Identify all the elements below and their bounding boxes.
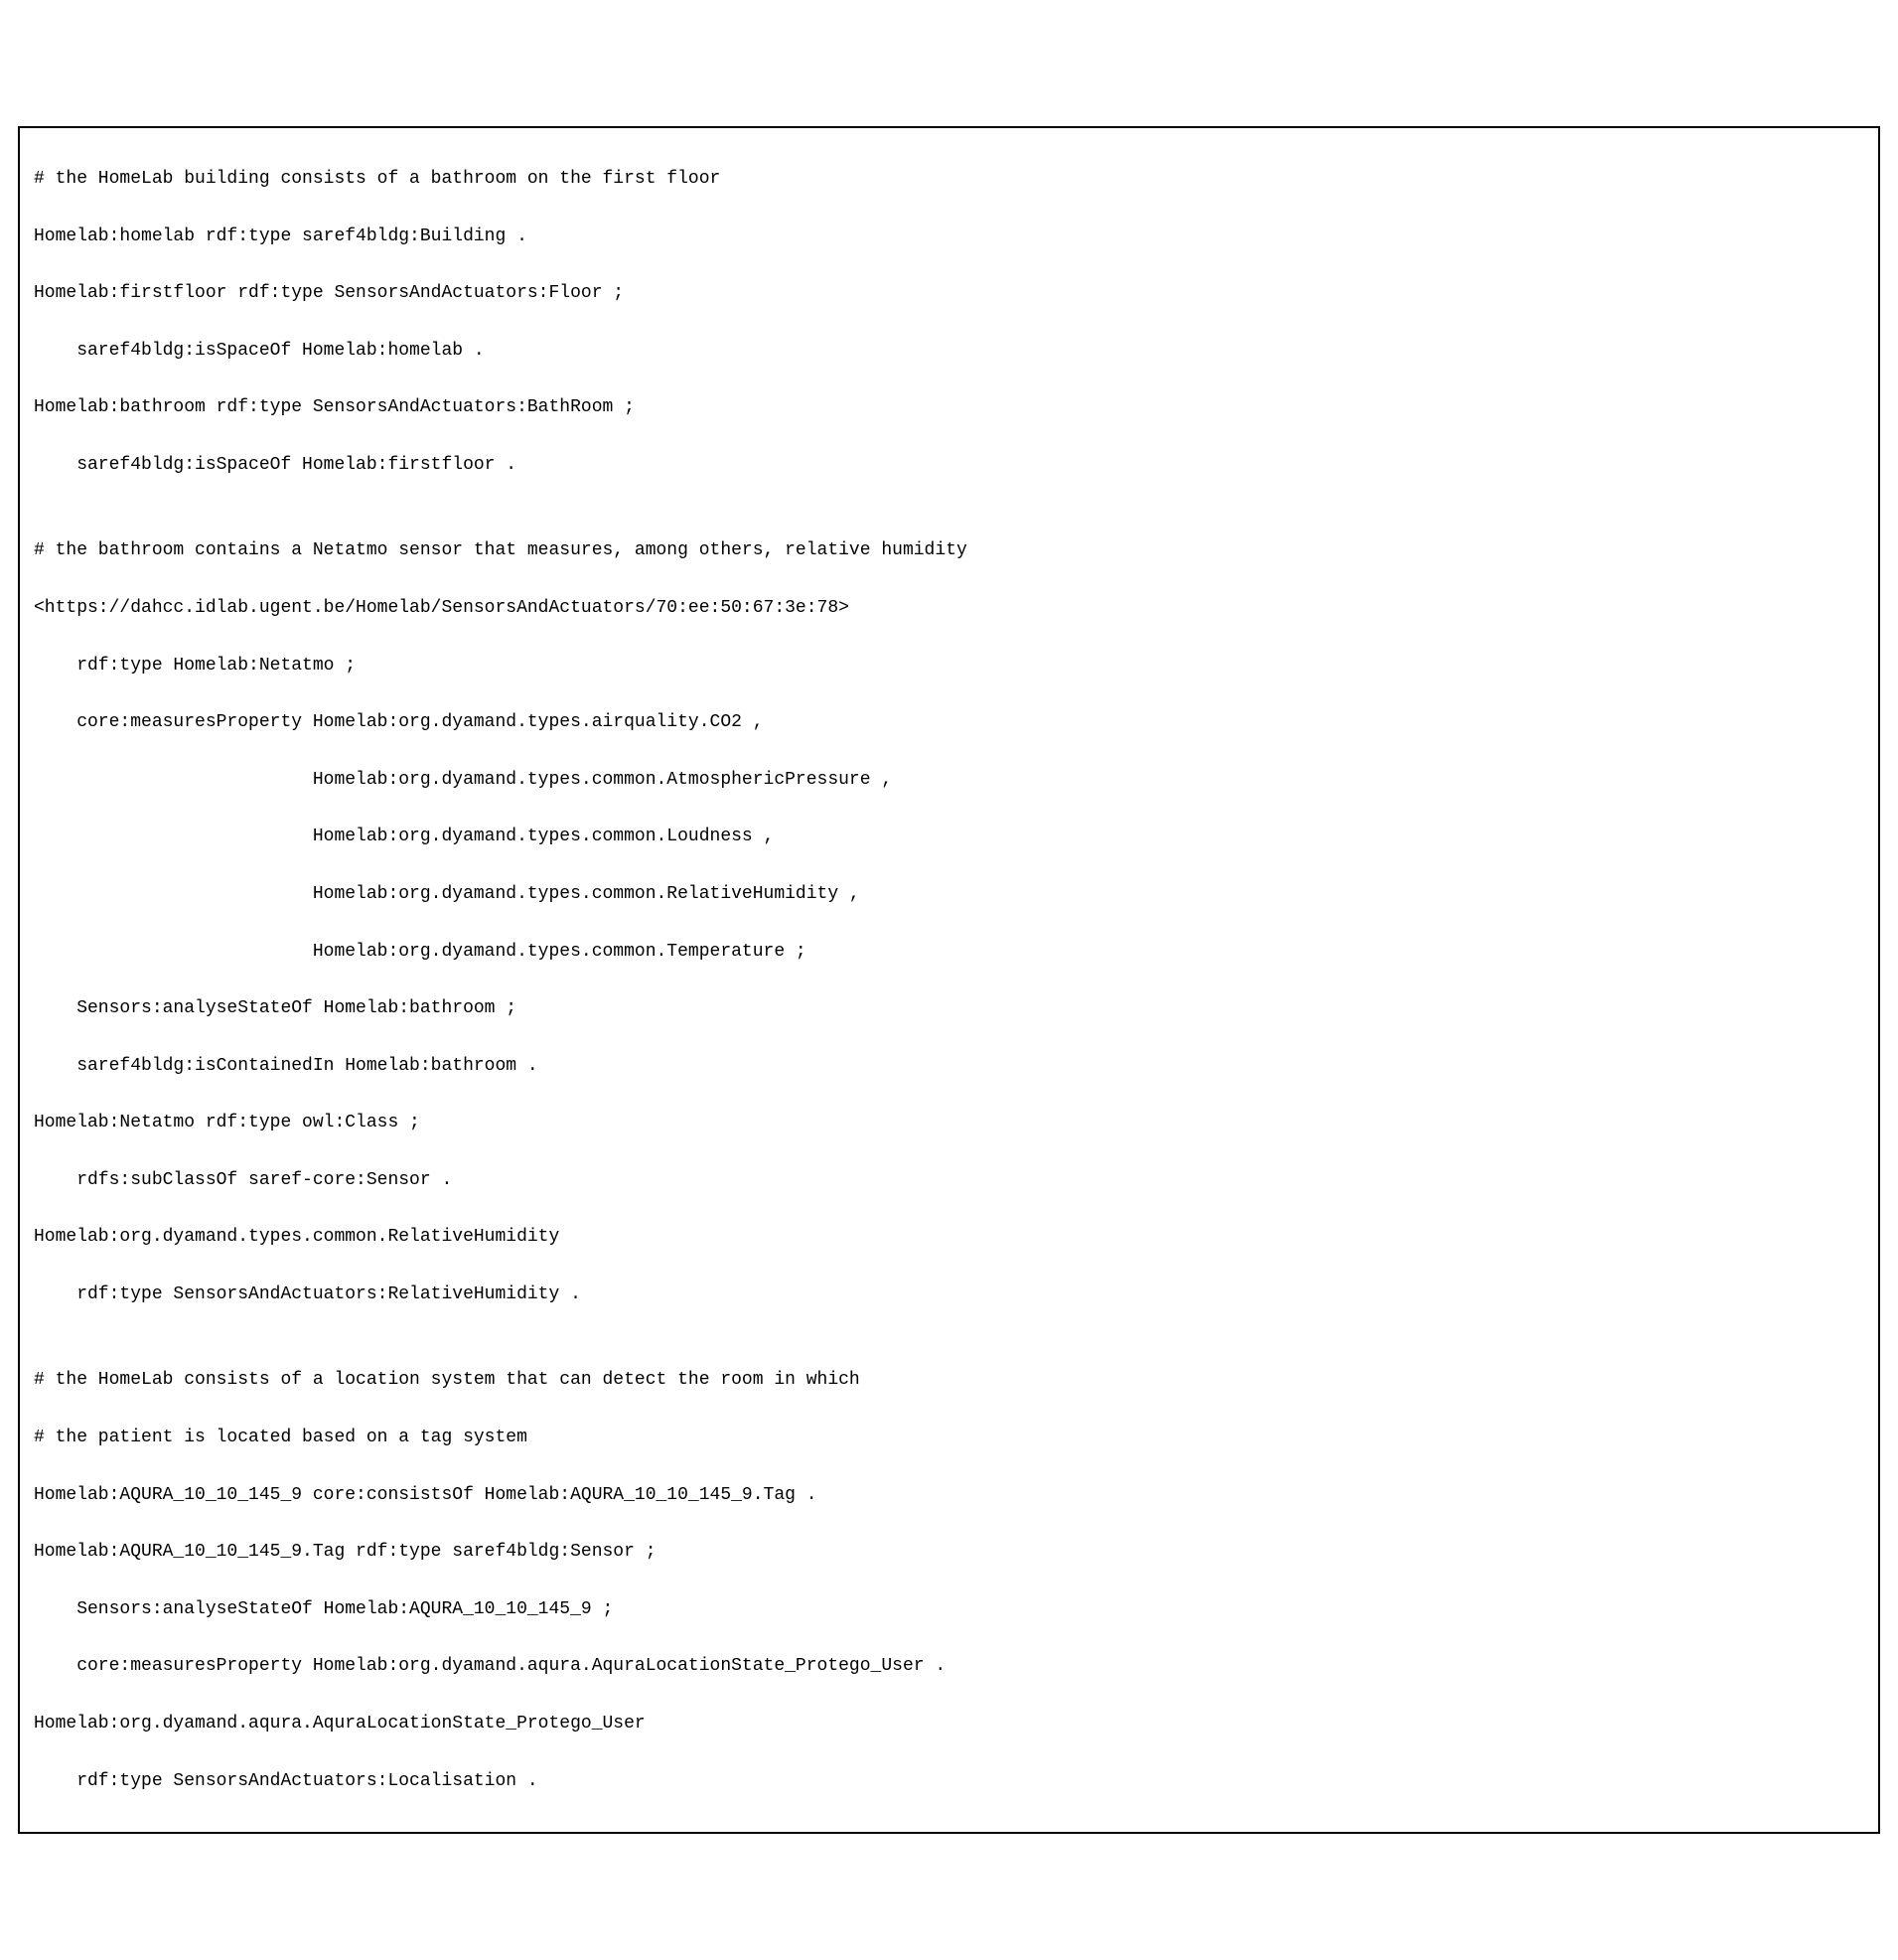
code-line: rdfs:subClassOf saref-core:Sensor .	[34, 1166, 1864, 1195]
code-line: saref4bldg:isSpaceOf Homelab:firstfloor …	[34, 451, 1864, 480]
code-line: # the patient is located based on a tag …	[34, 1424, 1864, 1452]
code-line: Homelab:AQURA_10_10_145_9.Tag rdf:type s…	[34, 1538, 1864, 1567]
code-line: Homelab:homelab rdf:type saref4bldg:Buil…	[34, 223, 1864, 251]
code-line: Sensors:analyseStateOf Homelab:AQURA_10_…	[34, 1595, 1864, 1624]
code-line: core:measuresProperty Homelab:org.dyaman…	[34, 708, 1864, 737]
code-line: Homelab:org.dyamand.types.common.Relativ…	[34, 880, 1864, 909]
code-line: Homelab:org.dyamand.types.common.Loudnes…	[34, 823, 1864, 851]
code-line: Homelab:AQURA_10_10_145_9 core:consistsO…	[34, 1481, 1864, 1510]
code-line: Homelab:org.dyamand.aqura.AquraLocationS…	[34, 1710, 1864, 1738]
code-line: # the HomeLab building consists of a bat…	[34, 165, 1864, 194]
code-line: Homelab:org.dyamand.types.common.Tempera…	[34, 938, 1864, 967]
code-line: # the HomeLab consists of a location sys…	[34, 1366, 1864, 1395]
code-line: <https://dahcc.idlab.ugent.be/Homelab/Se…	[34, 594, 1864, 623]
code-line: Homelab:org.dyamand.types.common.Atmosph…	[34, 766, 1864, 795]
code-line: Homelab:bathroom rdf:type SensorsAndActu…	[34, 393, 1864, 422]
code-line: rdf:type Homelab:Netatmo ;	[34, 652, 1864, 680]
code-line: Homelab:firstfloor rdf:type SensorsAndAc…	[34, 279, 1864, 308]
code-line: rdf:type SensorsAndActuators:Localisatio…	[34, 1767, 1864, 1796]
code-line: core:measuresProperty Homelab:org.dyaman…	[34, 1652, 1864, 1681]
code-line: Homelab:Netatmo rdf:type owl:Class ;	[34, 1109, 1864, 1137]
code-line: saref4bldg:isContainedIn Homelab:bathroo…	[34, 1052, 1864, 1081]
code-line: saref4bldg:isSpaceOf Homelab:homelab .	[34, 337, 1864, 366]
code-line: Homelab:org.dyamand.types.common.Relativ…	[34, 1223, 1864, 1252]
code-line: # the bathroom contains a Netatmo sensor…	[34, 536, 1864, 565]
code-listing: # the HomeLab building consists of a bat…	[18, 126, 1880, 1834]
code-line: rdf:type SensorsAndActuators:RelativeHum…	[34, 1281, 1864, 1309]
